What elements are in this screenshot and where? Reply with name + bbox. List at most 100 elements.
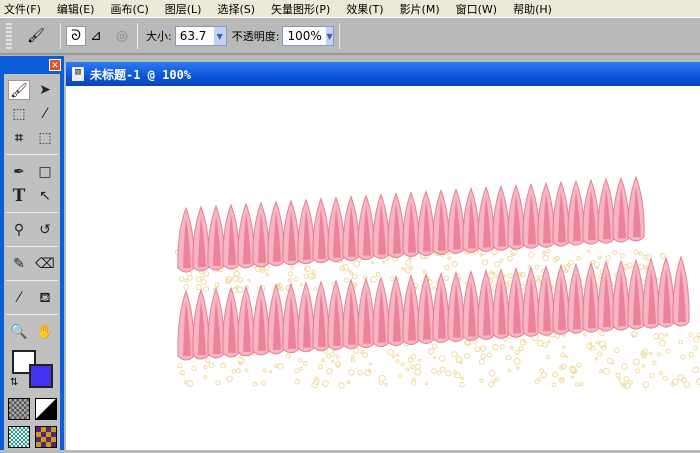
- fullscreen-mode-icon[interactable]: [35, 426, 57, 448]
- subselect-tool-icon[interactable]: ↖: [34, 186, 56, 206]
- eraser-tool-icon[interactable]: ⌫: [34, 254, 56, 274]
- dot: [279, 287, 284, 292]
- menu-window[interactable]: 窗口(W): [456, 1, 497, 17]
- magic-wand-tool-icon[interactable]: ⁄: [34, 104, 56, 124]
- pressure-icon[interactable]: ◎: [112, 26, 132, 46]
- dot: [195, 284, 202, 291]
- dot: [351, 273, 358, 280]
- rectangle-tool-icon[interactable]: □: [34, 162, 56, 182]
- dot: [384, 382, 388, 387]
- opacity-input[interactable]: 100% ▼: [282, 26, 335, 46]
- dot: [658, 370, 663, 376]
- polygon-mode-icon[interactable]: ⊿: [86, 26, 106, 46]
- dot: [203, 271, 210, 277]
- toolbar-grip[interactable]: [6, 23, 12, 49]
- swap-colors-icon[interactable]: ⇅: [10, 377, 18, 388]
- dot: [494, 377, 499, 382]
- dot: [613, 347, 620, 354]
- dot: [195, 276, 202, 283]
- dot: [299, 283, 304, 287]
- eyedropper-tool-icon[interactable]: ⁄: [8, 288, 30, 308]
- dot: [659, 252, 667, 259]
- menu-canvas[interactable]: 画布(C): [110, 1, 148, 17]
- text-tool-icon[interactable]: T: [8, 186, 30, 206]
- dot: [346, 380, 351, 385]
- fill-color-swatch[interactable]: [29, 364, 53, 388]
- pen-tool-icon[interactable]: ✒: [8, 162, 30, 182]
- dot: [651, 360, 657, 366]
- menu-effects[interactable]: 效果(T): [346, 1, 383, 17]
- dot: [599, 340, 607, 348]
- dot: [678, 340, 684, 345]
- dot: [570, 375, 575, 379]
- pointer-move-tool-icon[interactable]: ➤: [34, 80, 56, 100]
- knife-tool-icon[interactable]: ⚲: [8, 220, 30, 240]
- size-input[interactable]: 63.7 ▼: [174, 26, 227, 46]
- dot: [528, 252, 535, 259]
- dot: [287, 278, 292, 283]
- dot: [285, 353, 291, 359]
- dot: [313, 287, 318, 291]
- dot: [326, 353, 332, 359]
- dot: [191, 365, 197, 372]
- chevron-down-icon[interactable]: ▼: [213, 27, 226, 45]
- marquee-tool-icon[interactable]: ⬚: [8, 104, 30, 124]
- document-title: 未标题-1 @ 100%: [90, 67, 192, 82]
- dot: [424, 382, 429, 386]
- default-colors-icon[interactable]: [35, 398, 57, 420]
- menu-file[interactable]: 文件(F): [4, 1, 41, 17]
- dot: [179, 276, 185, 282]
- paint-bucket-tool-icon[interactable]: ⛾: [34, 288, 56, 308]
- chevron-down-icon[interactable]: ▼: [325, 27, 334, 45]
- menu-vector[interactable]: 矢量图形(P): [271, 1, 330, 17]
- dot: [649, 352, 653, 356]
- dot: [486, 352, 492, 358]
- hand-tool-icon[interactable]: ✋: [34, 322, 56, 342]
- dot: [568, 259, 574, 266]
- dot: [405, 367, 410, 372]
- dot: [418, 358, 422, 363]
- brush-tool-icon[interactable]: 🖌: [8, 80, 30, 100]
- dot: [583, 332, 587, 337]
- dot: [186, 380, 194, 387]
- dot: [547, 340, 551, 344]
- zoom-tool-icon[interactable]: 🔍: [8, 322, 30, 342]
- menu-movie[interactable]: 影片(M): [400, 1, 440, 17]
- close-icon[interactable]: ✕: [49, 59, 61, 71]
- dot: [290, 265, 295, 270]
- freeform-mode-icon[interactable]: ᘐ: [66, 26, 86, 46]
- menu-help[interactable]: 帮助(H): [513, 1, 552, 17]
- dot: [619, 253, 625, 259]
- texture-swatch-icon[interactable]: [8, 398, 30, 420]
- dot: [287, 271, 294, 277]
- dot: [662, 375, 668, 381]
- standard-mode-icon[interactable]: [8, 426, 30, 448]
- dot: [177, 363, 183, 369]
- dot: [427, 348, 435, 355]
- dot: [551, 382, 557, 388]
- freeform-tool-icon[interactable]: ↺: [34, 220, 56, 240]
- document-title-bar[interactable]: ▧ 未标题-1 @ 100%: [66, 62, 700, 86]
- opacity-value[interactable]: 100%: [283, 27, 325, 45]
- size-label: 大小:: [146, 30, 172, 43]
- dot: [410, 353, 417, 360]
- size-value[interactable]: 63.7: [176, 27, 214, 45]
- dot: [436, 370, 442, 376]
- dot: [546, 248, 551, 254]
- menu-layer[interactable]: 图层(L): [165, 1, 202, 17]
- dot: [536, 339, 544, 347]
- dot: [387, 348, 395, 356]
- rubber-stamp-tool-icon[interactable]: ✎: [8, 254, 30, 274]
- dot: [326, 368, 333, 375]
- dot: [515, 366, 520, 371]
- dot: [304, 265, 311, 273]
- dot: [404, 259, 411, 267]
- canvas[interactable]: [66, 86, 700, 450]
- dot: [321, 357, 326, 363]
- dot: [438, 355, 446, 362]
- menu-edit[interactable]: 编辑(E): [57, 1, 95, 17]
- scale-tool-icon[interactable]: ⬚: [34, 128, 56, 148]
- dot: [226, 375, 233, 383]
- menu-select[interactable]: 选择(S): [217, 1, 255, 17]
- crop-tool-icon[interactable]: ⌗: [8, 128, 30, 148]
